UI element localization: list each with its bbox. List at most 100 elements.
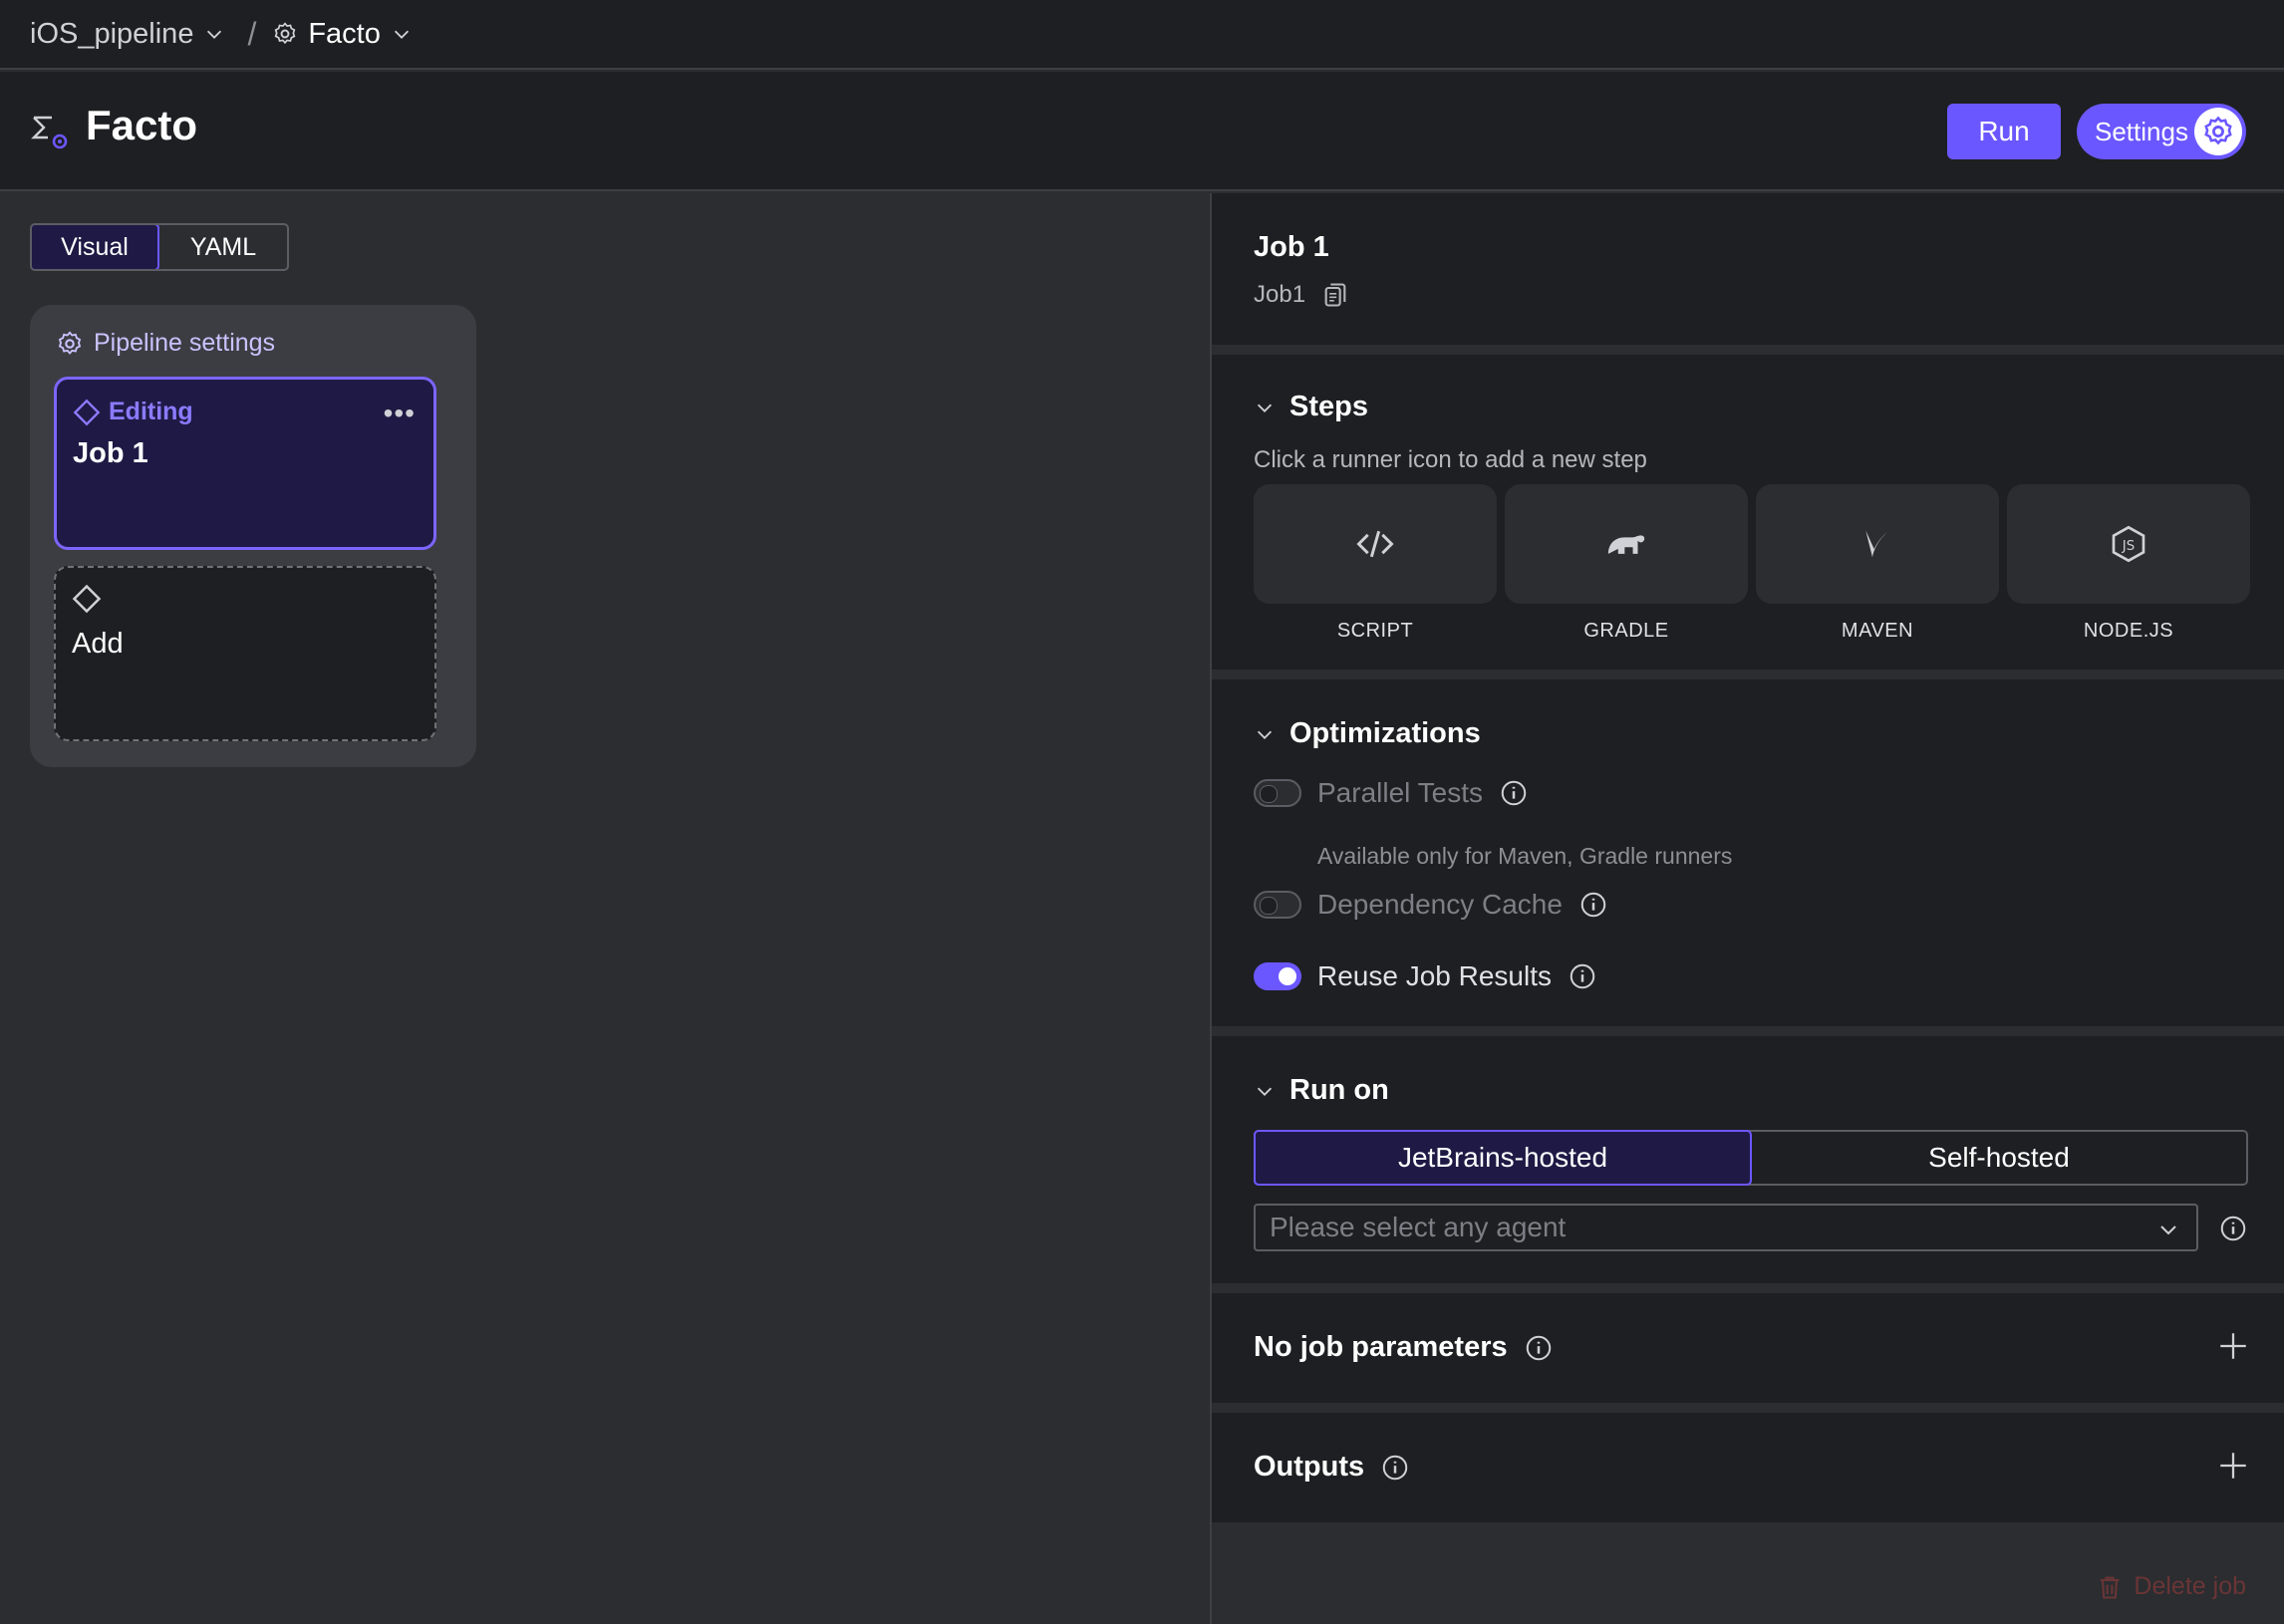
optimizations-header[interactable]: Optimizations — [1254, 717, 1481, 750]
copy-icon[interactable] — [1321, 281, 1349, 309]
chevron-down-icon — [207, 30, 222, 39]
job-title: Job 1 — [1254, 231, 1329, 263]
tab-visual[interactable]: Visual — [32, 225, 159, 269]
page-title: Facto — [86, 102, 198, 148]
job-properties-panel: Job 1 Job1 Steps Click a runner icon to … — [1210, 193, 2284, 1624]
runner-script-tile[interactable] — [1254, 484, 1497, 604]
breadcrumb-pipeline[interactable]: Facto — [272, 18, 413, 51]
steps-title: Steps — [1289, 391, 1368, 422]
diamond-icon — [73, 399, 101, 425]
runner-maven-tile[interactable] — [1756, 484, 1999, 604]
reuse-job-results-toggle[interactable] — [1254, 962, 1301, 990]
settings-button[interactable]: Settings — [2077, 104, 2246, 159]
runner-nodejs-tile[interactable]: JS — [2007, 484, 2250, 604]
diamond-icon — [72, 584, 102, 614]
breadcrumb-project-label: iOS_pipeline — [30, 17, 194, 50]
svg-text:JS: JS — [2122, 539, 2135, 554]
optimizations-title: Optimizations — [1289, 717, 1481, 749]
info-icon[interactable] — [1380, 1453, 1410, 1483]
pipeline-settings-label: Pipeline settings — [94, 329, 276, 357]
chevron-down-icon — [1257, 404, 1273, 412]
info-icon[interactable] — [1524, 1333, 1554, 1363]
job-id-label: Job1 — [1254, 281, 1306, 308]
add-job-card[interactable]: Add — [54, 566, 436, 741]
breadcrumb-separator: / — [247, 15, 257, 52]
steps-hint: Click a runner icon to add a new step — [1254, 446, 1647, 473]
job-id: Job1 — [1254, 281, 1349, 309]
run-on-header[interactable]: Run on — [1254, 1074, 1389, 1107]
delete-job-label: Delete job — [2134, 1572, 2246, 1600]
pipeline-card: Pipeline settings Editing ••• Job 1 Add — [30, 305, 476, 767]
parallel-tests-label: Parallel Tests — [1317, 777, 1484, 808]
job-status: Editing — [73, 398, 193, 426]
runner-gradle-label: GRADLE — [1583, 620, 1669, 642]
outputs-title: Outputs — [1254, 1451, 1365, 1483]
add-job-label: Add — [72, 628, 124, 660]
settings-button-label: Settings — [2095, 116, 2188, 146]
maven-feather-icon — [1865, 530, 1889, 558]
runner-nodejs[interactable]: JS NODE.JS — [2007, 484, 2250, 643]
gradle-elephant-icon — [1607, 535, 1645, 554]
optimizations-section: Optimizations Parallel Tests Available o… — [1212, 679, 2284, 1026]
self-hosted-option[interactable]: Self-hosted — [1752, 1132, 2246, 1184]
info-icon[interactable] — [1499, 778, 1529, 808]
hosting-switch: JetBrains-hosted Self-hosted — [1254, 1130, 2248, 1186]
add-parameter-icon[interactable] — [2216, 1329, 2250, 1363]
runner-gradle[interactable]: GRADLE — [1505, 484, 1748, 643]
add-output-icon[interactable] — [2216, 1449, 2250, 1483]
run-on-section: Run on JetBrains-hosted Self-hosted Plea… — [1212, 1036, 2284, 1283]
chevron-down-icon — [1257, 1087, 1273, 1096]
more-options-icon[interactable]: ••• — [384, 398, 416, 429]
trash-icon — [2101, 1576, 2120, 1599]
chevron-down-icon — [394, 30, 409, 39]
agent-select-placeholder: Please select any agent — [1270, 1212, 1567, 1242]
gear-icon — [58, 331, 82, 355]
chevron-down-icon — [2160, 1225, 2176, 1235]
reuse-job-results-label: Reuse Job Results — [1317, 960, 1553, 991]
gear-icon — [274, 22, 296, 45]
job-parameters-title: No job parameters — [1254, 1331, 1508, 1363]
outputs-header: Outputs — [1254, 1451, 1410, 1484]
runner-maven-label: MAVEN — [1841, 620, 1914, 642]
run-button[interactable]: Run — [1947, 104, 2061, 159]
parallel-tests-note: Available only for Maven, Gradle runners — [1317, 843, 1733, 869]
dependency-cache-label: Dependency Cache — [1317, 889, 1563, 920]
chevron-down-icon — [1257, 730, 1273, 739]
settings-gear-icon — [2194, 108, 2242, 155]
parallel-tests-row: Parallel Tests — [1254, 777, 1529, 809]
jetbrains-hosted-option[interactable]: JetBrains-hosted — [1254, 1130, 1752, 1186]
breadcrumb-project[interactable]: iOS_pipeline — [30, 18, 225, 51]
reuse-job-results-row: Reuse Job Results — [1254, 960, 1597, 992]
view-mode-switch: Visual YAML — [30, 223, 289, 271]
info-icon[interactable] — [1578, 890, 1608, 920]
runner-nodejs-label: NODE.JS — [2083, 620, 2174, 642]
runner-list: SCRIPT GRADLE MAVEN JS NODE.JS — [1254, 484, 2250, 643]
info-icon[interactable] — [1568, 961, 1597, 991]
delete-job-button[interactable]: Delete job — [2096, 1572, 2246, 1601]
pipeline-editor: Visual YAML Pipeline settings Editing ••… — [0, 193, 1210, 1624]
runner-script[interactable]: SCRIPT — [1254, 484, 1497, 643]
breadcrumb: iOS_pipeline / Facto — [0, 0, 2284, 70]
code-icon — [1356, 530, 1394, 558]
outputs-section: Outputs — [1212, 1413, 2284, 1522]
page-header: Facto Run Settings — [0, 72, 2284, 191]
parallel-tests-toggle[interactable] — [1254, 779, 1301, 807]
pipeline-settings-link[interactable]: Pipeline settings — [56, 329, 275, 358]
steps-section: Steps Click a runner icon to add a new s… — [1212, 355, 2284, 670]
job-card[interactable]: Editing ••• Job 1 — [54, 377, 436, 550]
info-icon[interactable] — [2218, 1214, 2248, 1243]
runner-gradle-tile[interactable] — [1505, 484, 1748, 604]
breadcrumb-pipeline-label: Facto — [308, 17, 381, 50]
dependency-cache-toggle[interactable] — [1254, 891, 1301, 919]
runner-script-label: SCRIPT — [1336, 620, 1414, 642]
job-parameters-section: No job parameters — [1212, 1293, 2284, 1403]
dependency-cache-row: Dependency Cache — [1254, 889, 1608, 921]
job-header-section: Job 1 Job1 — [1212, 193, 2284, 345]
nodejs-hexagon-icon: JS — [2112, 525, 2145, 563]
pipeline-icon — [31, 116, 68, 149]
tab-yaml[interactable]: YAML — [159, 225, 287, 269]
runner-maven[interactable]: MAVEN — [1756, 484, 1999, 643]
steps-header[interactable]: Steps — [1254, 391, 1368, 423]
job-parameters-header: No job parameters — [1254, 1331, 1554, 1364]
agent-select[interactable]: Please select any agent — [1254, 1204, 2198, 1251]
